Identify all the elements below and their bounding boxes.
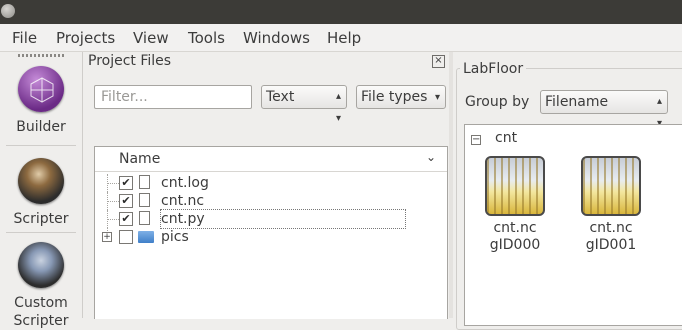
tool-builder-label: Builder bbox=[16, 119, 66, 135]
expand-icon[interactable]: + bbox=[102, 232, 112, 242]
tree-row[interactable]: ✔ cnt.log bbox=[95, 174, 447, 192]
folder-icon bbox=[138, 231, 154, 243]
panel-close-icon[interactable]: × bbox=[432, 55, 445, 68]
labfloor-item[interactable]: cnt.nc gID001 bbox=[579, 156, 643, 254]
file-icon bbox=[139, 175, 150, 189]
menu-windows[interactable]: Windows bbox=[243, 29, 310, 47]
nanotube-thumbnail-icon bbox=[581, 156, 641, 216]
chevron-down-icon[interactable]: ⌄ bbox=[426, 150, 436, 164]
menu-view[interactable]: View bbox=[133, 29, 169, 47]
view-mode-value: Text bbox=[266, 89, 295, 105]
menu-help[interactable]: Help bbox=[327, 29, 361, 47]
tree-row[interactable]: + pics bbox=[95, 228, 447, 246]
tool-sidebar: Builder Scripter Custom Scripter bbox=[0, 52, 83, 329]
group-by-value: Filename bbox=[545, 94, 609, 110]
file-types-label: File types bbox=[361, 89, 428, 105]
collapse-icon[interactable]: − bbox=[471, 135, 481, 145]
checkbox[interactable]: ✔ bbox=[119, 176, 133, 190]
tree-line bbox=[107, 219, 119, 220]
labfloor-view[interactable]: − cnt cnt.nc gID000 cnt.nc gID001 bbox=[464, 124, 682, 326]
menu-projects[interactable]: Projects bbox=[56, 29, 115, 47]
file-tree[interactable]: Name ⌄ ✔ cnt.log ✔ cnt.nc ✔ cnt.py + pic… bbox=[94, 146, 448, 319]
file-icon bbox=[139, 211, 150, 225]
item-filename: cnt.nc bbox=[589, 220, 633, 236]
window-close-icon[interactable] bbox=[1, 4, 15, 18]
checkbox[interactable]: ✔ bbox=[119, 194, 133, 208]
column-name-header: Name bbox=[119, 151, 161, 167]
builder-icon bbox=[18, 66, 64, 112]
project-files-title: Project Files bbox=[88, 53, 172, 69]
checkbox[interactable]: ✔ bbox=[119, 212, 133, 226]
menu-file[interactable]: File bbox=[12, 29, 37, 47]
tool-custom-scripter-label: Custom Scripter bbox=[13, 295, 69, 329]
nanotube-thumbnail-icon bbox=[485, 156, 545, 216]
group-by-label: Group by bbox=[465, 94, 530, 110]
toolbar-grip[interactable] bbox=[18, 54, 64, 57]
custom-scripter-icon bbox=[18, 242, 64, 288]
checkbox[interactable] bbox=[119, 230, 133, 244]
window-titlebar bbox=[0, 0, 682, 24]
labfloor-item[interactable]: cnt.nc gID000 bbox=[483, 156, 547, 254]
tool-scripter[interactable]: Scripter bbox=[0, 158, 82, 228]
scripter-icon bbox=[18, 158, 64, 204]
item-gid: gID000 bbox=[489, 237, 541, 253]
tool-custom-scripter[interactable]: Custom Scripter bbox=[0, 242, 82, 330]
tree-line bbox=[107, 201, 119, 202]
tree-row-label: pics bbox=[161, 229, 189, 245]
tree-row[interactable]: ✔ cnt.nc bbox=[95, 192, 447, 210]
project-files-panel: Project Files × Filter... Text ▴ ▾ File t… bbox=[84, 52, 448, 319]
menu-tools[interactable]: Tools bbox=[188, 29, 225, 47]
tool-builder[interactable]: Builder bbox=[0, 66, 82, 136]
file-types-button[interactable]: File types ▾ bbox=[356, 85, 446, 109]
tree-row-label: cnt.nc bbox=[161, 193, 205, 209]
tree-row[interactable]: ✔ cnt.py bbox=[95, 209, 447, 229]
labfloor-panel: LabFloor Group by Filename ▴▾ − cnt cnt.… bbox=[452, 52, 682, 330]
item-gid: gID001 bbox=[585, 237, 637, 253]
tree-header[interactable]: Name ⌄ bbox=[95, 147, 447, 172]
filter-input[interactable]: Filter... bbox=[94, 85, 252, 109]
labfloor-title: LabFloor bbox=[460, 61, 527, 77]
item-filename: cnt.nc bbox=[493, 220, 537, 236]
group-by-select[interactable]: Filename ▴▾ bbox=[540, 90, 668, 129]
tool-separator bbox=[6, 145, 76, 146]
tree-row-label: cnt.log bbox=[161, 175, 209, 191]
tool-scripter-label: Scripter bbox=[13, 211, 69, 227]
view-mode-select[interactable]: Text ▴ ▾ bbox=[261, 85, 347, 124]
tree-line bbox=[107, 183, 119, 184]
updown-arrow-icon: ▴▾ bbox=[335, 91, 341, 124]
menubar: File Projects View Tools Windows Help bbox=[0, 24, 682, 52]
file-icon bbox=[139, 193, 150, 207]
group-name: cnt bbox=[495, 130, 518, 146]
dropdown-arrow-icon: ▾ bbox=[434, 92, 440, 103]
tree-row-label: cnt.py bbox=[160, 209, 406, 229]
tool-separator bbox=[6, 232, 76, 233]
